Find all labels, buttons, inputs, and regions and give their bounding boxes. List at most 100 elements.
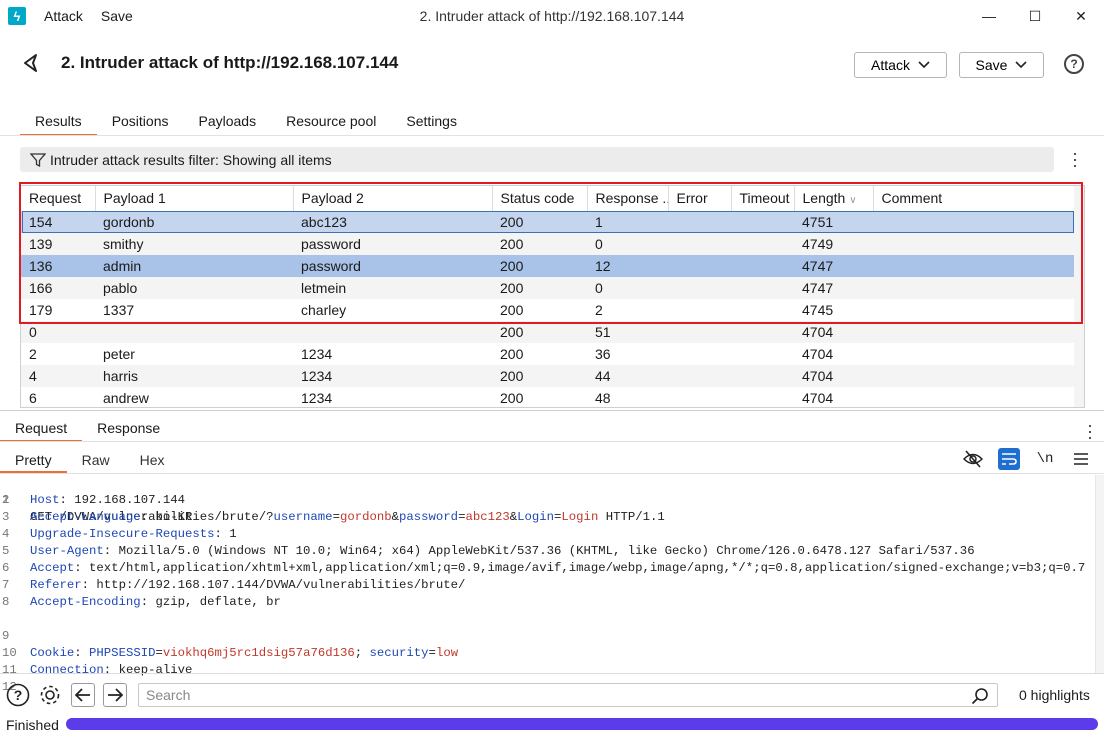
split-divider[interactable] — [0, 410, 1104, 411]
cell-error — [668, 387, 731, 407]
cell-length: 4745 — [802, 302, 834, 318]
tab-hex[interactable]: Hex — [125, 450, 180, 473]
cell-payload-2: password — [293, 255, 492, 277]
col-response[interactable]: Response ... — [587, 186, 669, 212]
cell-request: 179 — [29, 302, 53, 318]
col-payload-1[interactable]: Payload 1 — [95, 186, 294, 212]
cell-payload-1: gordonb — [95, 211, 293, 233]
cell-timeout — [731, 233, 794, 255]
cell-comment — [873, 365, 1074, 387]
tab-pretty[interactable]: Pretty — [0, 450, 67, 473]
table-row[interactable]: 139 smithy password 200 0 4749 — [21, 233, 1074, 255]
cell-error — [668, 365, 731, 387]
status-text: Finished — [6, 717, 59, 733]
table-scrollbar[interactable] — [1074, 186, 1084, 407]
tab-response[interactable]: Response — [82, 418, 175, 442]
cell-status-code: 200 — [500, 390, 524, 406]
menu-save[interactable]: Save — [101, 8, 133, 24]
tab-resource-pool[interactable]: Resource pool — [271, 112, 391, 136]
cell-response: 1 — [587, 211, 668, 233]
settings-gear-icon[interactable] — [38, 683, 62, 707]
cell-error — [668, 233, 731, 255]
table-row[interactable]: 6 andrew 1234 200 48 4704 — [21, 387, 1074, 407]
more-options-icon[interactable]: · · · — [1072, 144, 1078, 174]
close-icon[interactable]: ✕ — [1058, 0, 1104, 32]
tab-request[interactable]: Request — [0, 418, 83, 442]
cell-request: 2 — [29, 346, 37, 362]
col-timeout[interactable]: Timeout — [731, 186, 795, 212]
burp-logo-icon: ϟ — [8, 7, 26, 25]
table-row[interactable]: 166 pablo letmein 200 0 4747 — [21, 277, 1074, 299]
code-line: 11 — [0, 645, 1095, 677]
window-title: 2. Intruder attack of http://192.168.107… — [419, 8, 685, 24]
search-field[interactable] — [138, 683, 998, 707]
code-line: 4 Upgrade-Insecure-Requests: 1 — [0, 526, 1095, 543]
editor-scrollbar[interactable] — [1095, 475, 1104, 673]
cell-status-code: 200 — [500, 302, 524, 318]
forward-arrow-icon[interactable] — [103, 683, 127, 707]
tab-payloads[interactable]: Payloads — [184, 112, 272, 136]
cell-length: 4747 — [794, 277, 873, 299]
newline-toggle-icon[interactable]: \n — [1034, 448, 1056, 470]
cell-length: 4704 — [794, 321, 873, 343]
word-wrap-icon[interactable] — [998, 448, 1020, 470]
save-button[interactable]: Save — [959, 52, 1044, 78]
help-icon[interactable]: ? — [1064, 54, 1084, 74]
col-error[interactable]: Error — [668, 186, 732, 212]
cell-response: 2 — [595, 302, 603, 318]
cell-payload-1 — [95, 321, 293, 343]
cell-timeout — [731, 387, 794, 407]
page-title: 2. Intruder attack of http://192.168.107… — [61, 53, 399, 72]
table-row[interactable]: 2 peter 1234 200 36 4704 — [21, 343, 1074, 365]
cell-timeout — [731, 321, 794, 343]
attack-button[interactable]: Attack — [854, 52, 947, 78]
menu-attack[interactable]: Attack — [44, 8, 83, 24]
cell-length: 4747 — [794, 255, 873, 277]
message-more-icon[interactable]: · · · — [1087, 416, 1093, 446]
table-row[interactable]: 154 gordonb abc123 200 1 4751 — [21, 211, 1074, 233]
cell-response: 48 — [595, 390, 611, 406]
request-editor[interactable]: 1 GET /DVWA/vulnerabilities/brute/?usern… — [0, 475, 1095, 694]
results-table[interactable]: Request Payload 1 Payload 2 Status code … — [20, 185, 1085, 408]
code-line: 8 Accept-Encoding: gzip, deflate, br — [0, 594, 1095, 611]
col-comment[interactable]: Comment — [873, 186, 1075, 212]
tab-settings[interactable]: Settings — [391, 112, 472, 136]
header-line: Accept: text/html,application/xhtml+xml,… — [30, 561, 1086, 575]
chevron-down-icon — [918, 61, 930, 69]
results-filter-bar[interactable]: Intruder attack results filter: Showing … — [20, 147, 1054, 172]
search-icon[interactable] — [971, 687, 989, 705]
bottom-toolbar: ? 0 highlights — [0, 678, 1104, 712]
back-arrow-icon[interactable] — [71, 683, 95, 707]
search-input[interactable] — [146, 687, 946, 703]
table-row[interactable]: 0 200 51 4704 — [21, 321, 1074, 343]
hide-eye-icon[interactable] — [962, 448, 984, 470]
maximize-icon[interactable]: ☐ — [1012, 0, 1058, 32]
tab-results[interactable]: Results — [20, 112, 97, 136]
tab-positions[interactable]: Positions — [97, 112, 184, 136]
table-row[interactable]: 136 admin password 200 12 4747 — [21, 255, 1074, 277]
cell-comment — [873, 387, 1074, 407]
col-length[interactable]: Length ∨ — [794, 186, 874, 212]
col-payload-2[interactable]: Payload 2 — [293, 186, 493, 212]
header-line: Referer: http://192.168.107.144/DVWA/vul… — [30, 578, 466, 592]
cell-status-code: 200 — [492, 233, 587, 255]
cell-payload-2: 1234 — [293, 365, 492, 387]
menu-lines-icon[interactable] — [1070, 448, 1092, 470]
header-line: Accept-Language: ko-KR — [30, 510, 193, 524]
cell-payload-1: admin — [95, 255, 293, 277]
tab-raw[interactable]: Raw — [67, 450, 125, 473]
editor-toolbar: \n — [962, 448, 1092, 470]
col-request[interactable]: Request — [21, 186, 96, 212]
help-circle-icon[interactable]: ? — [6, 683, 30, 707]
col-status-code[interactable]: Status code — [492, 186, 588, 212]
minimize-icon[interactable]: — — [966, 0, 1012, 32]
cell-payload-2: letmein — [293, 277, 492, 299]
cell-timeout — [731, 343, 794, 365]
header-line: Accept-Encoding: gzip, deflate, br — [30, 595, 281, 609]
table-row[interactable]: 179 1337 charley 200 2 4745 — [21, 299, 1074, 321]
cell-timeout — [731, 255, 794, 277]
header-line: Host: 192.168.107.144 — [30, 493, 185, 507]
code-line: 5 User-Agent: Mozilla/5.0 (Windows NT 10.… — [0, 543, 1095, 560]
table-row[interactable]: 4 harris 1234 200 44 4704 — [21, 365, 1074, 387]
header-line: User-Agent: Mozilla/5.0 (Windows NT 10.0… — [30, 544, 975, 558]
